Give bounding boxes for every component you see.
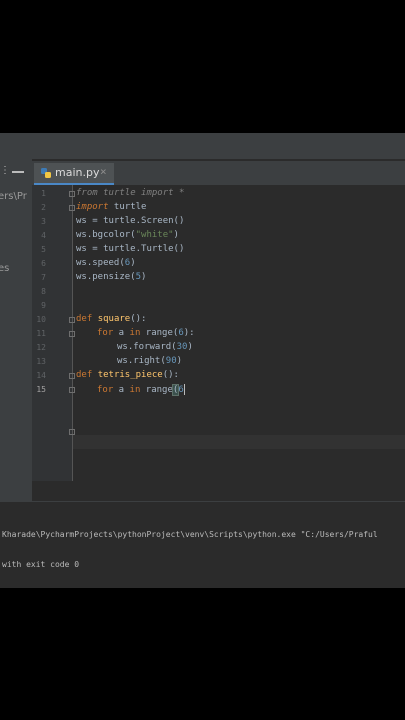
code-line-1[interactable]: from turtle import * (76, 188, 184, 198)
token: * (173, 188, 185, 198)
project-path-fragment[interactable]: ers\Pr (0, 191, 27, 202)
token: ws.speed( (76, 258, 125, 268)
line-number: 1 (41, 189, 46, 198)
token: for (97, 328, 114, 338)
token: square (97, 314, 131, 324)
token: in (129, 385, 141, 395)
line-number: 9 (41, 301, 46, 310)
fold-icon[interactable] (69, 317, 75, 323)
line-number: 11 (36, 329, 46, 338)
pycharm-window: ⋮ ers\Pr es main.py × 1 2 3 4 5 6 7 8 9 … (0, 133, 405, 588)
run-exit-line: with exit code 0 (2, 560, 80, 569)
tab-label: main.py (55, 166, 100, 179)
line-number: 7 (41, 273, 46, 282)
token: turtle (97, 188, 142, 198)
tab-main-py[interactable]: main.py × (34, 163, 114, 185)
python-file-icon (41, 168, 51, 178)
token: "white" (135, 230, 174, 240)
code-line-10[interactable]: def square(): (76, 314, 146, 324)
fold-icon[interactable] (69, 205, 75, 211)
token: for (97, 385, 114, 395)
token: (): (130, 314, 147, 324)
collapse-icon[interactable] (12, 171, 24, 173)
fold-icon[interactable] (69, 191, 75, 197)
text-caret (183, 384, 185, 395)
line-number: 8 (41, 287, 46, 296)
project-panel-toolbar: ⋮ (0, 159, 32, 185)
editor-tabs: main.py × (32, 161, 405, 185)
line-number: 4 (41, 231, 46, 240)
code-line-5[interactable]: ws = turtle.Turtle() (76, 244, 184, 254)
token: turtle (108, 202, 147, 212)
line-number: 6 (41, 259, 46, 268)
line-number: 3 (41, 217, 46, 226)
token: 90 (165, 356, 177, 366)
line-number: 14 (36, 371, 46, 380)
code-line-15[interactable]: for a in range(6 (97, 384, 185, 396)
code-line-11[interactable]: for a in range(6): (97, 328, 195, 338)
token: ) (173, 230, 179, 240)
code-editor[interactable]: 1 2 3 4 5 6 7 8 9 10 11 12 13 14 15 from… (32, 185, 405, 481)
token: ): (183, 328, 195, 338)
line-number: 15 (36, 385, 46, 394)
code-line-14[interactable]: def tetris_piece(): (76, 370, 179, 380)
token: ws = turtle.Turtle() (76, 244, 185, 254)
fold-icon[interactable] (69, 387, 75, 393)
token: def (76, 370, 93, 380)
token: ) (187, 342, 193, 352)
code-line-3[interactable]: ws = turtle.Screen() (76, 216, 184, 226)
run-output-pane[interactable]: Kharade\PycharmProjects\pythonProject\ve… (0, 501, 405, 588)
fold-icon[interactable] (69, 331, 75, 337)
fold-icon[interactable] (69, 373, 75, 379)
code-line-7[interactable]: ws.pensize(5) (76, 272, 146, 282)
token: a (113, 328, 130, 338)
run-command-line: Kharade\PycharmProjects\pythonProject\ve… (2, 530, 378, 539)
token: import (141, 188, 174, 198)
token: ws = turtle.Screen() (76, 216, 185, 226)
token: ws.forward( (117, 342, 177, 352)
token: a (113, 385, 130, 395)
token: tetris_piece (97, 370, 163, 380)
token: ) (130, 258, 136, 268)
code-line-2[interactable]: import turtle (76, 202, 146, 212)
fold-icon[interactable] (69, 429, 75, 435)
line-number: 5 (41, 245, 46, 254)
current-line-highlight (73, 435, 405, 449)
token: import (76, 202, 109, 212)
code-line-12[interactable]: ws.forward(30) (117, 342, 193, 352)
project-item-fragment[interactable]: es (0, 263, 9, 274)
token: ) (141, 272, 147, 282)
code-line-6[interactable]: ws.speed(6) (76, 258, 136, 268)
options-icon[interactable]: ⋮ (0, 165, 10, 176)
token: 30 (176, 342, 188, 352)
token: (): (162, 370, 179, 380)
token: from (76, 188, 98, 198)
code-line-4[interactable]: ws.bgcolor("white") (76, 230, 179, 240)
line-number: 10 (36, 315, 46, 324)
token: range (140, 385, 173, 395)
token: ws.pensize( (76, 272, 136, 282)
line-number: 12 (36, 343, 46, 352)
token: ws.bgcolor( (76, 230, 136, 240)
token: ws.right( (117, 356, 166, 366)
token: range( (140, 328, 179, 338)
line-number: 13 (36, 357, 46, 366)
code-line-13[interactable]: ws.right(90) (117, 356, 182, 366)
token: def (76, 314, 93, 324)
token: in (129, 328, 141, 338)
token: ) (176, 356, 183, 366)
line-number: 2 (41, 203, 46, 212)
close-icon[interactable]: × (100, 165, 107, 178)
top-toolbar (0, 133, 405, 159)
